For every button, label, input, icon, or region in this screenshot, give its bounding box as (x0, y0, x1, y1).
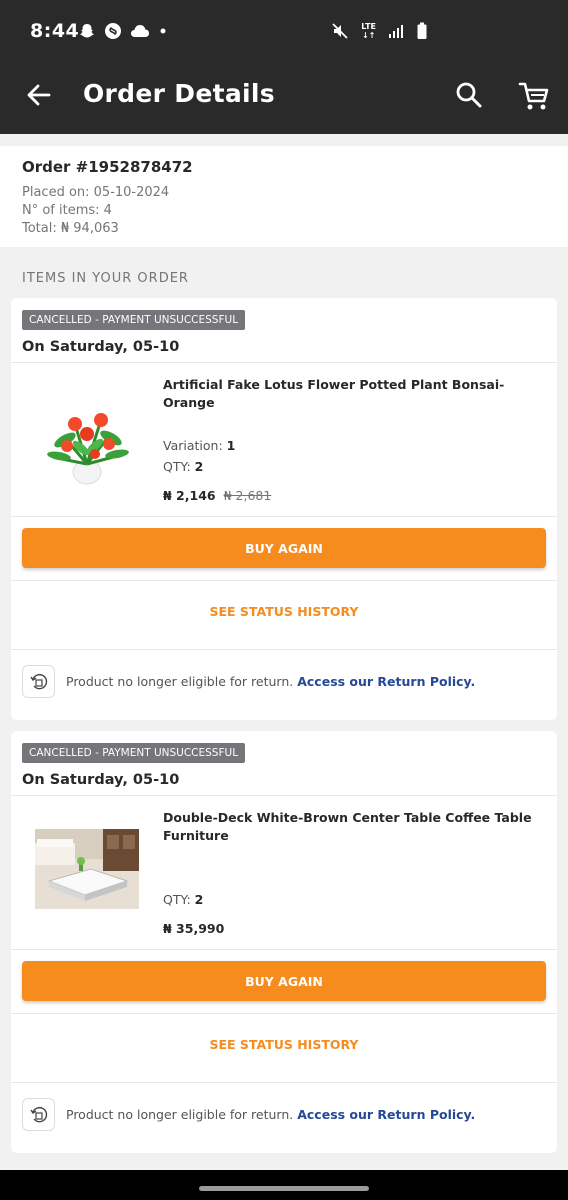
divider (11, 362, 557, 363)
status-right-icons: LTE ↓↑ (331, 22, 428, 40)
price: ₦ 35,990 (163, 921, 225, 936)
back-button[interactable] (22, 78, 56, 112)
home-gesture-handle[interactable] (199, 1186, 369, 1191)
divider (11, 649, 557, 650)
battery-icon (416, 22, 428, 40)
old-price: ₦ 2,681 (223, 488, 272, 503)
product-name[interactable]: Double-Deck White-Brown Center Table Cof… (163, 809, 548, 845)
qty-label: QTY: (163, 459, 191, 474)
see-status-history-link[interactable]: SEE STATUS HISTORY (11, 1037, 557, 1057)
price: ₦ 2,146 (163, 488, 216, 503)
status-badge: CANCELLED - PAYMENT UNSUCCESSFUL (22, 310, 246, 330)
buy-again-button[interactable]: BUY AGAIN (22, 528, 546, 568)
order-summary: Order #1952878472 Placed on: 05-10-2024 … (0, 146, 568, 247)
variation-label: Variation: (163, 438, 223, 453)
product-image-table[interactable] (35, 829, 139, 911)
lte-icon: LTE ↓↑ (361, 22, 376, 40)
delivery-date: On Saturday, 05-10 (22, 772, 180, 788)
variation-value: 1 (226, 438, 236, 453)
cart-button[interactable] (516, 78, 552, 114)
return-notice: Product no longer eligible for return. (66, 674, 294, 689)
cloud-icon (130, 24, 150, 38)
status-left-icons (78, 22, 168, 40)
qty-value: 2 (194, 892, 204, 907)
order-number: Order #1952878472 (22, 158, 193, 176)
page-title: Order Details (83, 79, 275, 108)
quantity: QTY: 2 (163, 892, 203, 907)
return-policy-link[interactable]: Access our Return Policy. (297, 674, 475, 689)
divider (11, 1082, 557, 1083)
return-text: Product no longer eligible for return. A… (66, 674, 475, 689)
order-item-card: CANCELLED - PAYMENT UNSUCCESSFUL On Satu… (11, 731, 557, 1153)
divider (11, 516, 557, 517)
delivery-date: On Saturday, 05-10 (22, 339, 180, 355)
snapchat-icon (78, 22, 96, 40)
divider (11, 795, 557, 796)
shazam-icon (104, 22, 122, 40)
price-row: ₦ 35,990 (163, 921, 224, 936)
return-info: Product no longer eligible for return. A… (22, 665, 475, 698)
status-bar: 8:44 LTE ↓↑ (0, 0, 568, 56)
product-image-plant[interactable] (35, 388, 139, 492)
divider (11, 580, 557, 581)
divider (11, 949, 557, 950)
search-icon (456, 82, 482, 108)
return-box-icon (22, 665, 55, 698)
return-notice: Product no longer eligible for return. (66, 1107, 294, 1122)
items-count: N° of items: 4 (22, 203, 112, 218)
back-arrow-icon (27, 84, 51, 106)
mute-icon (331, 22, 349, 40)
app-bar: Order Details (0, 56, 568, 134)
search-button[interactable] (452, 78, 486, 112)
return-policy-link[interactable]: Access our Return Policy. (297, 1107, 475, 1122)
lte-label: LTE (361, 22, 376, 31)
data-arrows-icon: ↓↑ (361, 31, 376, 40)
return-text: Product no longer eligible for return. A… (66, 1107, 475, 1122)
buy-again-button[interactable]: BUY AGAIN (22, 961, 546, 1001)
return-info: Product no longer eligible for return. A… (22, 1098, 475, 1131)
placed-on: Placed on: 05-10-2024 (22, 185, 170, 200)
order-total: Total: ₦ 94,063 (22, 221, 119, 236)
qty-value: 2 (194, 459, 204, 474)
divider (11, 1013, 557, 1014)
cart-icon (518, 82, 549, 110)
see-status-history-link[interactable]: SEE STATUS HISTORY (11, 604, 557, 624)
signal-icon (388, 23, 404, 39)
status-badge: CANCELLED - PAYMENT UNSUCCESSFUL (22, 743, 246, 763)
order-item-card: CANCELLED - PAYMENT UNSUCCESSFUL On Satu… (11, 298, 557, 720)
quantity: QTY: 2 (163, 459, 203, 474)
product-name[interactable]: Artificial Fake Lotus Flower Potted Plan… (163, 376, 548, 412)
section-title: ITEMS IN YOUR ORDER (22, 271, 189, 286)
variation: Variation: 1 (163, 438, 235, 453)
return-box-icon (22, 1098, 55, 1131)
price-row: ₦ 2,146 ₦ 2,681 (163, 488, 271, 503)
dot-icon (158, 26, 168, 36)
status-time: 8:44 (30, 20, 80, 42)
qty-label: QTY: (163, 892, 191, 907)
system-nav-bar (0, 1170, 568, 1200)
